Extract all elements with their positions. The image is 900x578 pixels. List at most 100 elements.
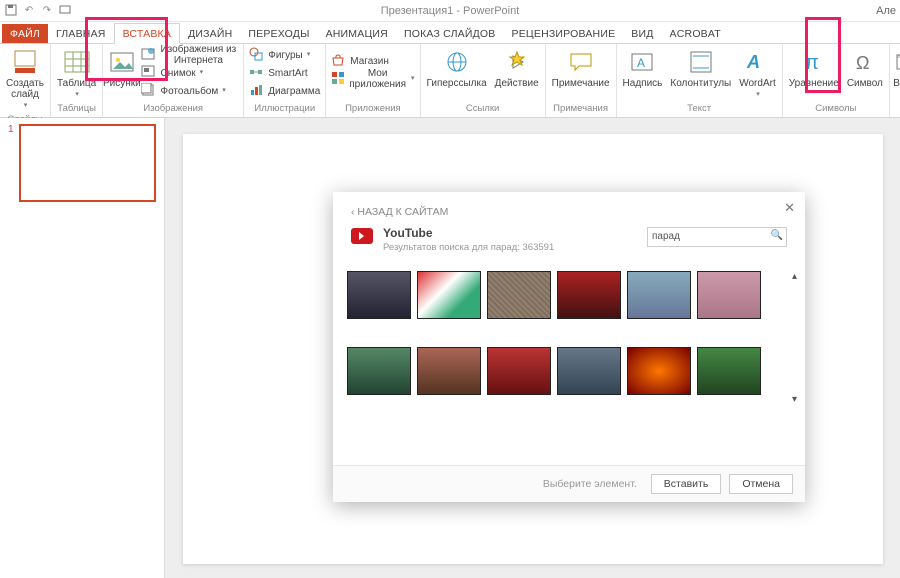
video-result[interactable] bbox=[697, 347, 761, 395]
photo-album-label: Фотоальбом bbox=[160, 86, 218, 97]
group-links-label: Ссылки bbox=[424, 101, 542, 117]
tab-acrobat[interactable]: ACROBAT bbox=[662, 24, 729, 43]
chart-icon bbox=[249, 83, 265, 99]
photo-album-icon bbox=[141, 83, 157, 99]
group-text-label: Текст bbox=[620, 101, 779, 117]
slide-thumbnail-1[interactable] bbox=[19, 124, 156, 202]
content-area: 1 ✕ ‹ НАЗАД К САЙТАМ YouTube Результатов… bbox=[0, 118, 900, 578]
wordart-icon: A bbox=[743, 48, 771, 76]
store-label: Магазин bbox=[350, 56, 389, 67]
textbox-button[interactable]: A Надпись bbox=[620, 46, 666, 91]
group-tables-label: Таблицы bbox=[54, 101, 99, 117]
hyperlink-label: Гиперссылка bbox=[427, 78, 487, 89]
textbox-label: Надпись bbox=[623, 78, 663, 89]
equation-label: Уравнение bbox=[789, 78, 839, 89]
tab-animation[interactable]: АНИМАЦИЯ bbox=[318, 24, 396, 43]
svg-text:π: π bbox=[805, 52, 819, 74]
group-images: Рисунки Изображения из Интернета Снимок▾… bbox=[103, 44, 244, 117]
group-media: Видео▾ Звук▾ Запись экрана Мультимедиа bbox=[890, 44, 900, 117]
screenshot-label: Снимок bbox=[160, 68, 195, 79]
video-result[interactable] bbox=[487, 347, 551, 395]
table-icon bbox=[63, 48, 91, 76]
store-icon bbox=[331, 53, 347, 69]
video-result[interactable] bbox=[557, 271, 621, 319]
tab-transitions[interactable]: ПЕРЕХОДЫ bbox=[240, 24, 317, 43]
slide-canvas-area: ✕ ‹ НАЗАД К САЙТАМ YouTube Результатов п… bbox=[165, 118, 900, 578]
group-slides: Создать слайд▾ Слайды bbox=[0, 44, 51, 117]
video-result[interactable] bbox=[417, 347, 481, 395]
tab-home[interactable]: ГЛАВНАЯ bbox=[48, 24, 114, 43]
myapps-icon bbox=[331, 71, 345, 87]
video-search-input[interactable] bbox=[647, 227, 787, 247]
undo-icon[interactable]: ↶ bbox=[22, 3, 36, 17]
tab-design[interactable]: ДИЗАЙН bbox=[180, 24, 240, 43]
video-result[interactable] bbox=[697, 271, 761, 319]
header-footer-button[interactable]: Колонтитулы bbox=[667, 46, 734, 91]
tab-view[interactable]: ВИД bbox=[623, 24, 661, 43]
chart-button[interactable]: Диаграмма bbox=[247, 82, 322, 100]
svg-text:Ω: Ω bbox=[856, 53, 869, 73]
slide[interactable]: ✕ ‹ НАЗАД К САЙТАМ YouTube Результатов п… bbox=[183, 134, 883, 564]
video-result[interactable] bbox=[347, 347, 411, 395]
scroll-down-button[interactable]: ▾ bbox=[792, 394, 797, 405]
dialog-back-link[interactable]: ‹ НАЗАД К САЙТАМ bbox=[333, 192, 805, 224]
comment-button[interactable]: Примечание bbox=[549, 46, 613, 91]
action-label: Действие bbox=[495, 78, 539, 89]
start-slideshow-icon[interactable] bbox=[58, 3, 72, 17]
photo-album-button[interactable]: Фотоальбом▾ bbox=[139, 82, 240, 100]
search-icon[interactable]: 🔍 bbox=[771, 230, 783, 241]
pictures-button[interactable]: Рисунки bbox=[106, 46, 137, 91]
group-illustrations-label: Иллюстрации bbox=[247, 101, 322, 117]
smartart-button[interactable]: SmartArt bbox=[247, 64, 322, 82]
video-button[interactable]: Видео▾ bbox=[893, 46, 900, 101]
pictures-label: Рисунки bbox=[103, 78, 141, 89]
myapps-button[interactable]: Мои приложения▾ bbox=[329, 70, 416, 88]
equation-button[interactable]: π Уравнение bbox=[786, 46, 842, 91]
video-result[interactable] bbox=[627, 271, 691, 319]
ribbon-tabs: ФАЙЛ ГЛАВНАЯ ВСТАВКА ДИЗАЙН ПЕРЕХОДЫ АНИ… bbox=[0, 22, 900, 44]
shapes-icon bbox=[249, 47, 265, 63]
group-text: A Надпись Колонтитулы A WordArt▾ Текст bbox=[617, 44, 783, 117]
svg-text:A: A bbox=[637, 56, 645, 70]
tab-file[interactable]: ФАЙЛ bbox=[2, 24, 48, 43]
dialog-close-button[interactable]: ✕ bbox=[784, 200, 795, 216]
table-button[interactable]: Таблица▾ bbox=[54, 46, 99, 101]
symbol-button[interactable]: Ω Символ bbox=[844, 46, 886, 91]
new-slide-button[interactable]: Создать слайд▾ bbox=[3, 46, 47, 112]
action-icon bbox=[503, 48, 531, 76]
ribbon: Создать слайд▾ Слайды Таблица▾ Таблицы Р… bbox=[0, 44, 900, 118]
screenshot-button[interactable]: Снимок▾ bbox=[139, 64, 240, 82]
cancel-button[interactable]: Отмена bbox=[729, 474, 793, 494]
action-button[interactable]: Действие bbox=[492, 46, 542, 91]
group-symbols: π Уравнение Ω Символ Символы bbox=[783, 44, 890, 117]
insert-video-dialog: ✕ ‹ НАЗАД К САЙТАМ YouTube Результатов п… bbox=[333, 192, 805, 502]
group-comments: Примечание Примечания bbox=[546, 44, 617, 117]
smartart-icon bbox=[249, 65, 265, 81]
video-result[interactable] bbox=[627, 347, 691, 395]
group-images-label: Изображения bbox=[106, 101, 240, 117]
video-result[interactable] bbox=[557, 347, 621, 395]
comment-icon bbox=[567, 48, 595, 76]
window-title: Презентация1 - PowerPoint bbox=[381, 5, 520, 17]
wordart-button[interactable]: A WordArt▾ bbox=[736, 46, 779, 101]
equation-icon: π bbox=[800, 48, 828, 76]
group-apps: Магазин Мои приложения▾ Приложения bbox=[326, 44, 420, 117]
hyperlink-button[interactable]: Гиперссылка bbox=[424, 46, 490, 91]
redo-icon[interactable]: ↷ bbox=[40, 3, 54, 17]
online-pictures-icon bbox=[141, 47, 155, 63]
shapes-button[interactable]: Фигуры▾ bbox=[247, 46, 322, 64]
scroll-up-button[interactable]: ▴ bbox=[792, 271, 797, 282]
tab-slideshow[interactable]: ПОКАЗ СЛАЙДОВ bbox=[396, 24, 504, 43]
video-result[interactable] bbox=[487, 271, 551, 319]
group-illustrations: Фигуры▾ SmartArt Диаграмма Иллюстрации bbox=[244, 44, 326, 117]
group-tables: Таблица▾ Таблицы bbox=[51, 44, 103, 117]
insert-button[interactable]: Вставить bbox=[651, 474, 722, 494]
save-icon[interactable] bbox=[4, 3, 18, 17]
tab-review[interactable]: РЕЦЕНЗИРОВАНИЕ bbox=[504, 24, 624, 43]
video-result[interactable] bbox=[417, 271, 481, 319]
online-pictures-button[interactable]: Изображения из Интернета bbox=[139, 46, 240, 64]
video-result[interactable] bbox=[347, 271, 411, 319]
video-results: ▴ bbox=[333, 265, 805, 465]
tab-insert[interactable]: ВСТАВКА bbox=[114, 23, 180, 44]
svg-text:A: A bbox=[746, 52, 760, 72]
